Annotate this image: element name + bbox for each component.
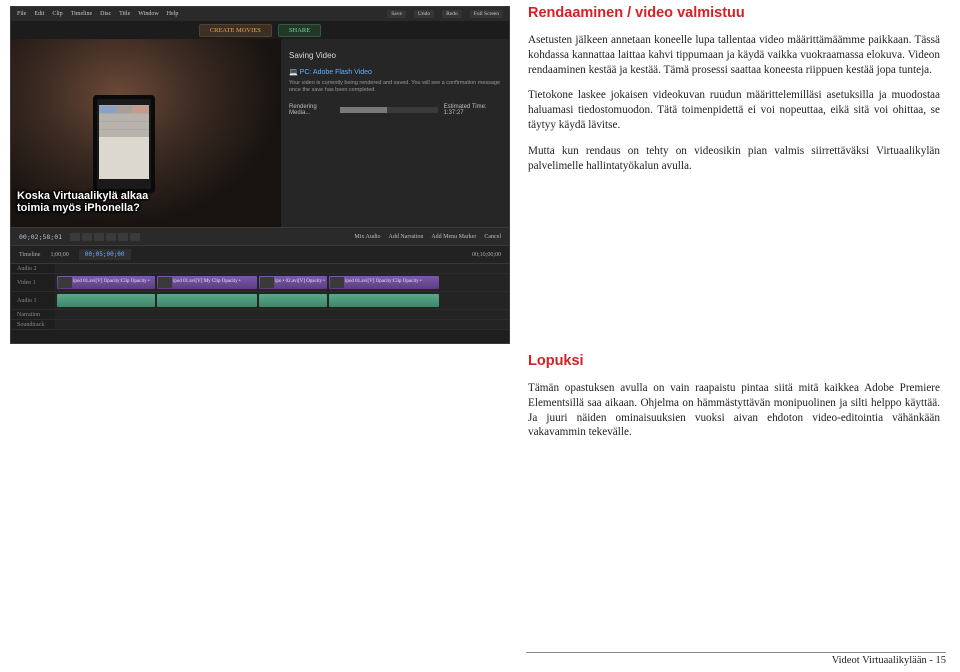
menu-clip: Clip [52,11,62,17]
editor-screenshot: File Edit Clip Timeline Disc Title Windo… [10,6,510,344]
menu-edit: Edit [34,11,44,17]
phone-graphic [93,95,155,193]
page-footer: Videot Virtuaalikylään - 15 [526,652,946,666]
menu-window: Window [138,11,158,17]
saving-dialog: Saving Video 💻 PC: Adobe Flash Video You… [281,39,509,227]
timecode: 00;02;58;01 [19,233,62,241]
menu-help: Help [167,11,179,17]
toolbar-fullscreen: Full Screen [470,10,503,18]
render-label: Rendering Media... [289,104,334,116]
aclip-3 [259,294,327,307]
video-preview: Koska Virtuaalikylä alkaa toimia myös iP… [11,39,281,227]
dialog-note: Your video is currently being rendered a… [289,80,501,94]
timeline-mark-2: 00;10;00;00 [472,252,501,258]
aclip-1 [57,294,155,307]
share-button: SHARE [278,24,321,37]
menu-disc: Disc [100,11,111,17]
caption-line2: toimia myös iPhonella? [17,202,140,214]
track-narration-label: Narration [11,312,55,318]
add-menu-marker-label: Add Menu Marker [431,234,476,240]
transport-bar: 00;02;58;01 Mix Audio Add Narration Add … [11,227,509,245]
mix-audio-label: Mix Audio [354,234,380,240]
create-movies-button: CREATE MOVIES [199,24,272,37]
timeline-header: Timeline 1;00;00 00;05;00;00 00;10;00;00 [11,245,509,263]
clip-1: ipod 01.avi[V] Opacity:Clip Opacity • [57,276,155,289]
mode-bar: CREATE MOVIES SHARE [11,21,509,39]
clip-4: ipod 01.avi[V] Opacity:Clip Opacity • [329,276,439,289]
track-soundtrack-label: Soundtrack [11,322,55,328]
timeline-label: Timeline [19,252,40,258]
track-audio1-label: Audio 1 [11,298,55,304]
menu-timeline: Timeline [71,11,92,17]
playback-controls [70,233,140,241]
section2-heading: Lopuksi [528,352,940,371]
cancel-label: Cancel [484,234,501,240]
toolbar-undo: Undo [414,10,434,18]
timeline-mark-1: 1;00;00 [50,252,68,258]
timeline-current-tc: 00;05;00;00 [79,249,131,260]
clip-3: ipo • 02.avi[V] Opacity • [259,276,327,289]
eta-label: Estimated Time: 1:37:27 [444,104,501,116]
footer-label: Videot Virtuaalikylään - [832,655,936,666]
section1-p2: Tietokone laskee jokaisen videokuvan ruu… [528,88,940,132]
timeline-tracks: Audio 2 Video 1 ipod 01.avi[V] Opacity:C… [11,263,509,344]
article-section-2: Lopuksi Tämän opastuksen avulla on vain … [528,352,940,451]
menu-bar: File Edit Clip Timeline Disc Title Windo… [11,7,509,21]
section1-heading: Rendaaminen / video valmistuu [528,4,940,23]
add-narration-label: Add Narration [389,234,424,240]
section2-p1: Tämän opastuksen avulla on vain raapaist… [528,381,940,440]
dialog-target: 💻 PC: Adobe Flash Video [289,68,501,76]
aclip-2 [157,294,257,307]
track-audio2-label: Audio 2 [11,266,55,272]
dialog-title: Saving Video [289,51,501,60]
clip-2: ipod 01.avi[V] My Clip Opacity • [157,276,257,289]
progress-bar [340,107,438,113]
section1-p1: Asetusten jälkeen annetaan koneelle lupa… [528,33,940,77]
toolbar-redo: Redo [442,10,462,18]
menu-title: Title [119,11,130,17]
caption-line1: Koska Virtuaalikylä alkaa [17,190,148,202]
toolbar-save: Save [387,10,406,18]
menu-file: File [17,11,26,17]
track-video1-label: Video 1 [11,280,55,286]
section1-p3: Mutta kun rendaus on tehty on videosikin… [528,144,940,174]
article-section-1: Rendaaminen / video valmistuu Asetusten … [528,4,940,184]
aclip-4 [329,294,439,307]
footer-page: 15 [936,655,947,666]
video-caption: Koska Virtuaalikylä alkaa toimia myös iP… [17,190,275,215]
